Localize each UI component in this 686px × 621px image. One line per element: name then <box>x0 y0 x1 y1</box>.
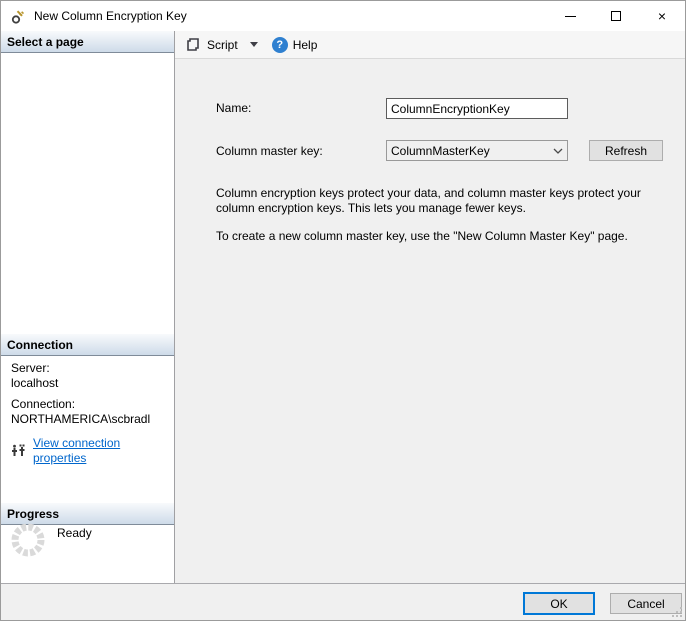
view-connection-properties-row: View connection properties <box>11 436 168 466</box>
window-controls: × <box>547 1 685 31</box>
progress-row: Ready <box>9 521 92 559</box>
help-icon: ? <box>272 37 288 53</box>
connection-value: NORTHAMERICA\scbradl <box>11 412 168 427</box>
close-button[interactable]: × <box>639 1 685 31</box>
description-text-1: Column encryption keys protect your data… <box>216 186 668 216</box>
description-text-2: To create a new column master key, use t… <box>216 229 668 244</box>
script-button-label: Script <box>207 38 238 52</box>
script-dropdown-button[interactable] <box>242 40 268 49</box>
titlebar: New Column Encryption Key × <box>1 1 685 31</box>
connection-label: Connection: <box>11 397 168 412</box>
dialog-body: Select a page Connection Server: localho… <box>1 31 685 583</box>
sidebar: Select a page Connection Server: localho… <box>1 31 175 583</box>
refresh-button[interactable]: Refresh <box>589 140 663 161</box>
server-group: Server: localhost <box>11 361 168 391</box>
content-area: Name: Column master key: ColumnMasterKey… <box>175 59 685 583</box>
toolbar: Script ? Help <box>175 31 685 59</box>
minimize-icon <box>565 16 576 17</box>
chevron-down-icon <box>250 42 258 47</box>
script-icon <box>187 37 202 52</box>
minimize-button[interactable] <box>547 1 593 31</box>
progress-status: Ready <box>57 526 92 559</box>
connection-properties-icon <box>11 443 27 459</box>
select-a-page-header: Select a page <box>1 31 174 53</box>
connection-section-header: Connection <box>1 334 174 356</box>
new-column-encryption-key-dialog: New Column Encryption Key × Select a pag… <box>0 0 686 621</box>
column-master-key-value: ColumnMasterKey <box>391 144 553 158</box>
maximize-icon <box>611 11 621 21</box>
resize-grip[interactable] <box>670 605 683 618</box>
connection-group: Connection: NORTHAMERICA\scbradl <box>11 397 168 427</box>
column-master-key-label: Column master key: <box>216 144 323 158</box>
name-input[interactable] <box>386 98 568 119</box>
connection-details: Server: localhost Connection: NORTHAMERI… <box>11 361 168 466</box>
chevron-down-icon <box>553 148 563 154</box>
close-icon: × <box>658 9 666 23</box>
help-button[interactable]: ? Help <box>268 35 322 55</box>
window-title: New Column Encryption Key <box>34 9 547 23</box>
script-button[interactable]: Script <box>183 35 242 54</box>
column-master-key-select[interactable]: ColumnMasterKey <box>386 140 568 161</box>
help-button-label: Help <box>293 38 318 52</box>
server-label: Server: <box>11 361 168 376</box>
name-label: Name: <box>216 101 251 115</box>
spinner-icon <box>9 521 47 559</box>
ok-button[interactable]: OK <box>523 592 595 615</box>
footer: OK Cancel <box>1 583 685 620</box>
main-panel: Script ? Help Name: Column master key: <box>175 31 685 583</box>
view-connection-properties-link[interactable]: View connection properties <box>33 436 168 466</box>
server-value: localhost <box>11 376 168 391</box>
maximize-button[interactable] <box>593 1 639 31</box>
key-icon <box>10 7 28 25</box>
